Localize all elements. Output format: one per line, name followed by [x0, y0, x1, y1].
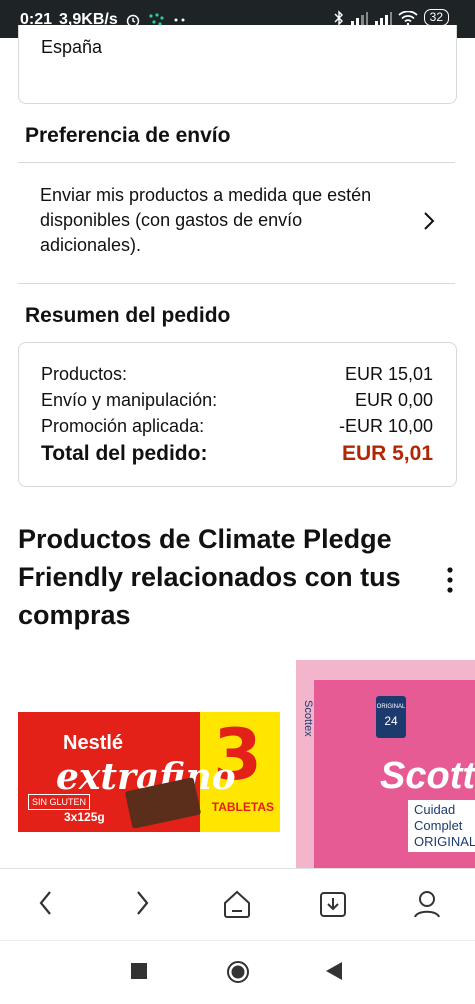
summary-row-total: Total del pedido: EUR 5,01 [41, 442, 433, 466]
address-country: España [41, 37, 103, 57]
summary-value: EUR 15,01 [344, 364, 433, 384]
summary-row-shipping: Envío y manipulación: EUR 0,00 [41, 390, 433, 411]
product-card-scottex[interactable]: Scottex ORIGINAL 24 Scott Cuidad Complet… [296, 660, 475, 868]
related-products-title: Productos de Climate Pledge Friendly rel… [18, 524, 401, 630]
download-icon[interactable] [318, 889, 348, 919]
bluetooth-icon [334, 9, 343, 26]
summary-row-promotion: Promoción aplicada: -EUR 10,00 [41, 416, 433, 437]
summary-label: Envío y manipulación: [41, 390, 218, 410]
product-size: 3x125g [64, 810, 105, 824]
signal-icon-2 [374, 11, 392, 25]
more-options-icon[interactable] [446, 567, 454, 593]
triangle-back-icon[interactable] [326, 962, 342, 980]
brand-logo: Nestlé [63, 732, 124, 754]
summary-value: EUR 0,00 [354, 390, 433, 410]
home-icon[interactable] [222, 889, 252, 919]
summary-label: Promoción aplicada: [41, 416, 205, 436]
square-icon[interactable] [131, 963, 147, 979]
circle-icon[interactable] [226, 960, 250, 984]
badge-label: ORIGINAL [376, 704, 406, 710]
divider [18, 162, 455, 163]
summary-label: Productos: [41, 364, 128, 384]
profile-icon[interactable] [413, 889, 441, 919]
battery-level: 32 [423, 9, 449, 26]
product-subtitle: Cuidad Complet ORIGINAL [408, 800, 475, 852]
rolls-count: 24 [384, 714, 398, 728]
shipping-option[interactable]: Enviar mis productos a medida que estén … [18, 170, 455, 270]
shipping-heading: Preferencia de envío [25, 124, 231, 147]
address-card: España [18, 25, 457, 104]
browser-nav-bar [0, 868, 475, 941]
summary-row-products: Productos: EUR 15,01 [41, 364, 433, 385]
shipping-option-text: Enviar mis productos a medida que estén … [40, 185, 372, 255]
side-brand: Scottex [302, 700, 314, 737]
back-icon[interactable] [38, 889, 54, 917]
total-label: Total del pedido: [41, 442, 208, 465]
pack-label: TABLETAS [211, 800, 274, 814]
signal-icon [350, 11, 368, 25]
product-card-nestle[interactable]: 3 TABLETAS Nestlé extrafino SIN GLUTEN 3… [18, 712, 280, 832]
rolls-badge: ORIGINAL 24 [376, 696, 406, 738]
gluten-free-badge: SIN GLUTEN [28, 794, 91, 810]
divider [18, 283, 455, 284]
order-summary-card: Productos: EUR 15,01 Envío y manipulació… [18, 342, 457, 487]
summary-value: -EUR 10,00 [338, 416, 433, 436]
wifi-icon [398, 10, 418, 25]
brand-logo: Scott [380, 755, 475, 797]
chevron-right-icon [424, 212, 435, 230]
forward-icon[interactable] [134, 889, 150, 917]
system-nav-bar [0, 940, 475, 1004]
more-notifications-icon [174, 18, 185, 22]
total-value: EUR 5,01 [341, 442, 433, 465]
summary-heading: Resumen del pedido [25, 304, 231, 327]
